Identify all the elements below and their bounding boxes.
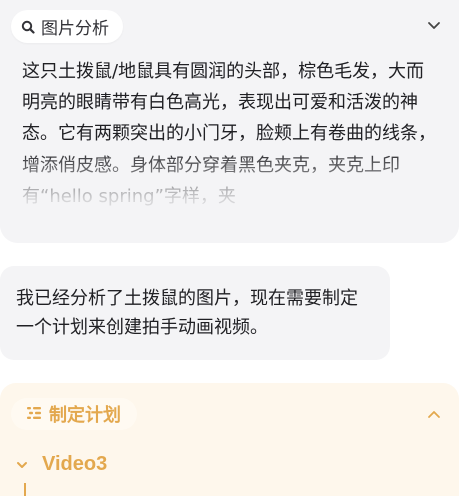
chevron-down-icon <box>16 455 28 474</box>
chevron-up-icon[interactable] <box>425 405 443 423</box>
chat-page: 图片分析 这只土拨鼠/地鼠具有圆润的头部，棕色毛发，大而明亮的眼睛带有白色高光，… <box>0 0 475 496</box>
list-icon <box>27 405 43 424</box>
plan-item-label: Video3 <box>42 453 108 475</box>
timeline-line <box>24 483 26 496</box>
image-analysis-text: 这只土拨鼠/地鼠具有圆润的头部，棕色毛发，大而明亮的眼睛带有白色高光，表现出可爱… <box>22 61 436 207</box>
assistant-message: 我已经分析了土拨鼠的图片，现在需要制定一个计划来创建拍手动画视频。 <box>0 266 390 360</box>
plan-tag[interactable]: 制定计划 <box>11 398 137 430</box>
plan-item[interactable]: Video3 <box>16 453 107 476</box>
assistant-message-text: 我已经分析了土拨鼠的图片，现在需要制定一个计划来创建拍手动画视频。 <box>16 288 358 338</box>
chevron-down-icon[interactable] <box>425 17 443 35</box>
image-analysis-title: 图片分析 <box>41 19 109 39</box>
image-analysis-card: 图片分析 这只土拨鼠/地鼠具有圆润的头部，棕色毛发，大而明亮的眼睛带有白色高光，… <box>0 0 459 243</box>
search-icon <box>21 20 35 34</box>
plan-title: 制定计划 <box>49 405 121 426</box>
image-analysis-tag[interactable]: 图片分析 <box>11 10 123 43</box>
plan-card: 制定计划 Video3 <box>0 383 459 496</box>
